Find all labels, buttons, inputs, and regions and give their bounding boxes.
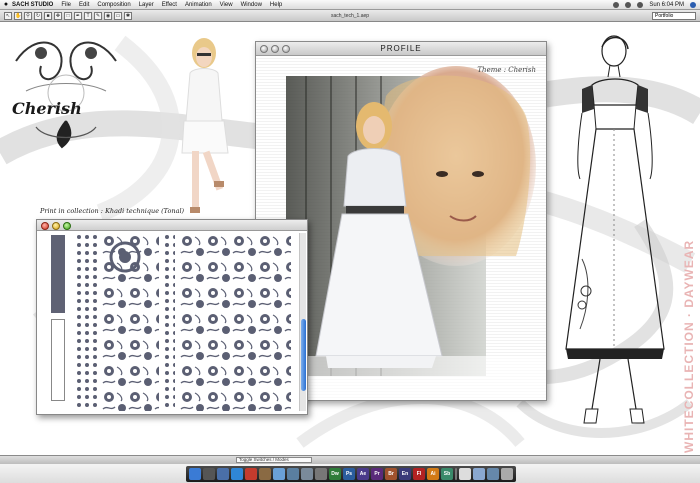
bridge-icon[interactable]: Br — [385, 468, 397, 480]
workspace-select[interactable]: Portfolio — [652, 12, 696, 20]
battery-icon[interactable] — [637, 2, 644, 8]
menu-bar: ● SACH STUDIO File Edit Composition Laye… — [0, 0, 700, 10]
menu-file[interactable]: File — [61, 2, 71, 8]
floral-print-artwork — [75, 233, 291, 411]
preview-icon[interactable] — [301, 468, 313, 480]
dreamweaver-icon[interactable]: Dw — [329, 468, 341, 480]
model-photo-standing — [181, 38, 229, 213]
soundbooth-icon[interactable]: Sb — [441, 468, 453, 480]
fashion-sketch-illustration — [565, 35, 665, 424]
print-caption: Print in collection : Khadi technique (T… — [40, 207, 185, 215]
pattern-window[interactable] — [36, 219, 308, 415]
menu-help[interactable]: Help — [270, 2, 282, 8]
dock: Dw Ps Ae Pr Br En Fl Ai Sb — [186, 466, 516, 482]
spotlight-icon[interactable] — [690, 2, 696, 8]
toggle-switches-modes-button[interactable]: Toggle Switches / Modes — [236, 457, 312, 463]
minimize-icon[interactable] — [52, 222, 60, 230]
dashboard-icon[interactable] — [203, 468, 215, 480]
volume-icon[interactable] — [625, 2, 632, 8]
menubar-clock[interactable]: Sun 6:04 PM — [649, 2, 684, 8]
composition-canvas[interactable]: Cherish Print in collection : Khadi tech… — [0, 23, 700, 455]
trash-icon[interactable] — [501, 468, 513, 480]
profile-window-title: PROFILE — [380, 44, 422, 53]
logo-wordmark: Cherish — [12, 99, 82, 118]
pattern-titlebar[interactable] — [37, 220, 307, 231]
flash-icon[interactable]: Fl — [413, 468, 425, 480]
menu-effect[interactable]: Effect — [162, 2, 177, 8]
menu-animation[interactable]: Animation — [185, 2, 212, 8]
pattern-content — [37, 231, 307, 414]
document-icon[interactable] — [459, 468, 471, 480]
encore-icon[interactable]: En — [399, 468, 411, 480]
menu-window[interactable]: Window — [241, 2, 262, 8]
close-icon[interactable] — [260, 45, 268, 53]
aftereffects-icon[interactable]: Ae — [357, 468, 369, 480]
premiere-icon[interactable]: Pr — [371, 468, 383, 480]
cherish-logo-icon — [15, 41, 117, 149]
safari-icon[interactable] — [231, 468, 243, 480]
vertical-scrollbar[interactable] — [299, 233, 306, 411]
menu-extras: Sun 6:04 PM — [613, 0, 696, 10]
dock-separator — [455, 468, 457, 480]
photoshop-icon[interactable]: Ps — [343, 468, 355, 480]
wifi-icon[interactable] — [613, 2, 620, 8]
addressbook-icon[interactable] — [259, 468, 271, 480]
close-icon[interactable] — [41, 222, 49, 230]
folder-icon[interactable] — [473, 468, 485, 480]
theme-label: Theme : Cherish — [477, 66, 536, 74]
downloads-icon[interactable] — [487, 468, 499, 480]
preferences-icon[interactable] — [315, 468, 327, 480]
menu-composition[interactable]: Composition — [97, 2, 130, 8]
finder-icon[interactable] — [189, 468, 201, 480]
tools-panel: ↖ ✋ ⚲ ↻ ■ ✥ □ ✒ T ✎ ◉ ▭ ✱ sach_tech_1.ae… — [0, 10, 700, 22]
scrollbar-thumb[interactable] — [301, 319, 306, 391]
zoom-icon[interactable] — [282, 45, 290, 53]
mail-icon[interactable] — [217, 468, 229, 480]
menu-view[interactable]: View — [220, 2, 233, 8]
ical-icon[interactable] — [245, 468, 257, 480]
status-bar: Toggle Switches / Modes — [0, 455, 700, 464]
iphoto-icon[interactable] — [287, 468, 299, 480]
app-menu[interactable]: SACH STUDIO — [12, 2, 53, 8]
color-swatch-light[interactable] — [51, 319, 65, 401]
document-title: sach_tech_1.aep — [330, 13, 370, 19]
collection-vertical-label: WHITECOLLECTION · DAYWEAR — [682, 239, 696, 453]
itunes-icon[interactable] — [273, 468, 285, 480]
minimize-icon[interactable] — [271, 45, 279, 53]
zoom-icon[interactable] — [63, 222, 71, 230]
illustrator-icon[interactable]: Ai — [427, 468, 439, 480]
color-swatch-dark[interactable] — [51, 235, 65, 313]
menu-layer[interactable]: Layer — [139, 2, 154, 8]
profile-titlebar[interactable]: PROFILE — [256, 42, 546, 56]
menu-edit[interactable]: Edit — [79, 2, 89, 8]
apple-menu-icon[interactable]: ● — [0, 1, 12, 8]
